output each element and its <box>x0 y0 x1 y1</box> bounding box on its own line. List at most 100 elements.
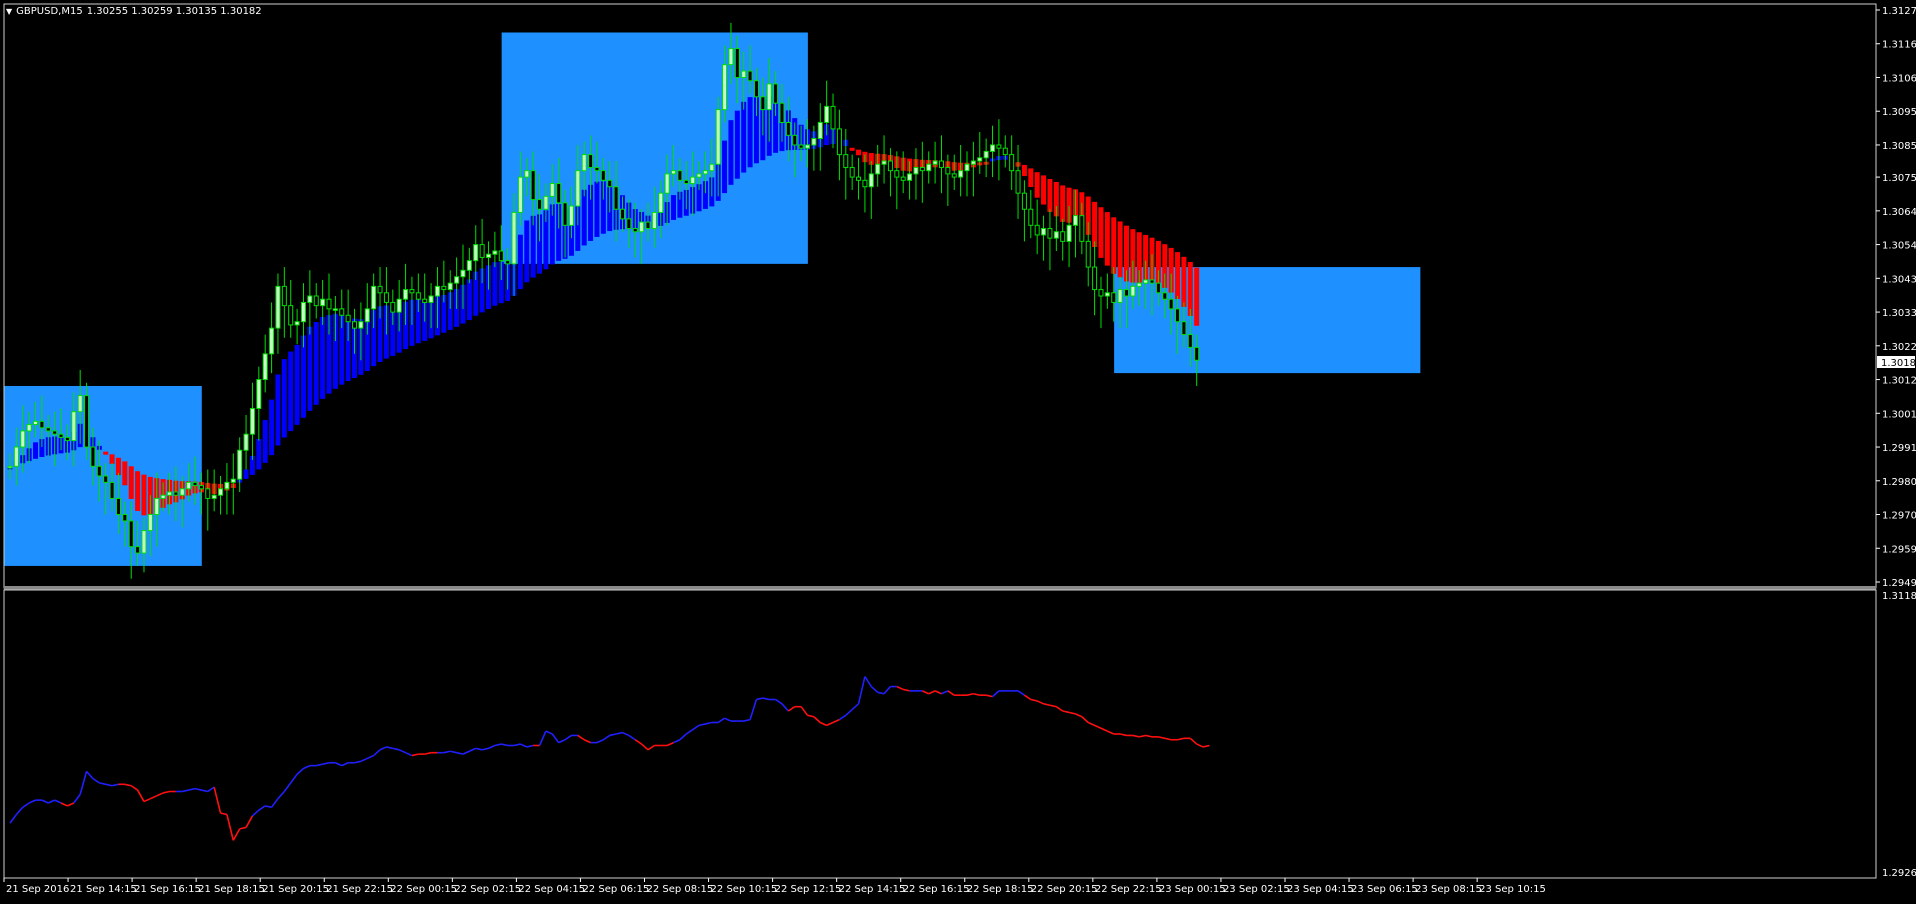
candle-body <box>696 173 702 178</box>
time-tick-label: 22 Sep 12:15 <box>775 884 842 895</box>
price-tick-label: 1.30015 <box>1882 409 1916 420</box>
candle-body <box>192 481 198 487</box>
current-price-label: 1.30182 <box>1881 358 1916 369</box>
candle-body <box>932 160 938 165</box>
candle-body <box>1117 289 1123 303</box>
candle-body <box>441 285 447 291</box>
time-tick-label: 21 Sep 20:15 <box>262 884 329 895</box>
candle-body <box>1162 292 1168 300</box>
time-tick-label: 22 Sep 00:15 <box>390 884 457 895</box>
candle-body <box>115 497 121 516</box>
price-tick-label: 1.30225 <box>1882 342 1916 353</box>
candle-body <box>1041 228 1047 236</box>
candle-body <box>141 530 147 554</box>
candle-body <box>122 514 128 522</box>
candle-body <box>173 491 179 496</box>
candle-body <box>160 494 166 499</box>
candle-body <box>1168 298 1174 310</box>
candle-body <box>498 250 504 262</box>
candle-body <box>96 465 102 477</box>
time-tick-label: 22 Sep 18:15 <box>967 884 1034 895</box>
candle-body <box>1002 147 1008 156</box>
band-bar <box>122 461 128 486</box>
candle-body <box>549 183 555 197</box>
candle-body <box>824 105 830 123</box>
time-tick-label: 23 Sep 02:15 <box>1223 884 1290 895</box>
band-bar <box>128 466 134 499</box>
panel-splitter[interactable] <box>4 586 1876 590</box>
price-tick-label: 1.30330 <box>1882 308 1916 319</box>
candle-body <box>894 170 900 178</box>
band-bar <box>109 454 115 464</box>
chart-title-bar: ▼ GBPUSD,M15 1.30255 1.30259 1.30135 1.3… <box>6 6 262 17</box>
candle-body <box>907 173 913 181</box>
time-tick-label: 22 Sep 02:15 <box>454 884 521 895</box>
band-bar <box>320 316 326 399</box>
candle-body <box>849 166 855 178</box>
candle-body <box>479 244 485 258</box>
candle-body <box>581 154 587 172</box>
candle-body <box>626 218 632 230</box>
collapse-triangle-icon[interactable]: ▼ <box>6 7 12 16</box>
candle-body <box>1098 289 1104 297</box>
candle-body <box>556 183 562 204</box>
time-tick-label: 23 Sep 06:15 <box>1351 884 1418 895</box>
candle-body <box>817 121 823 140</box>
candle-body <box>543 195 549 210</box>
band-bar <box>524 220 530 283</box>
band-bar <box>313 322 319 405</box>
candle-body <box>186 481 192 490</box>
candle-body <box>600 170 606 181</box>
candle-body <box>275 285 281 329</box>
candle-body <box>798 144 804 149</box>
time-tick-label: 22 Sep 22:15 <box>1095 884 1162 895</box>
band-bar <box>1117 221 1123 278</box>
band-bar <box>288 351 294 432</box>
band-bar <box>741 101 747 173</box>
candle-body <box>785 121 791 136</box>
candle-body <box>84 395 90 448</box>
price-tick-label: 1.29910 <box>1882 443 1916 454</box>
time-tick-label: 21 Sep 16:15 <box>134 884 201 895</box>
candle-body <box>664 173 670 194</box>
candle-body <box>492 250 498 255</box>
time-tick-label: 21 Sep 14:15 <box>70 884 137 895</box>
band-bar <box>594 181 600 237</box>
candle-body <box>377 285 383 294</box>
price-tick-label: 1.29805 <box>1882 477 1916 488</box>
band-bar <box>307 326 313 411</box>
candle-body <box>135 546 141 554</box>
candle-body <box>1028 208 1034 226</box>
current-price-tag: 1.30182 <box>1877 356 1916 369</box>
time-tick-label: 23 Sep 04:15 <box>1287 884 1354 895</box>
candle-body <box>1009 154 1015 172</box>
candle-body <box>766 83 772 111</box>
candle-body <box>224 481 230 490</box>
candle-body <box>690 176 696 185</box>
band-bar <box>1098 207 1104 258</box>
candle-body <box>198 485 204 490</box>
time-tick-label: 22 Sep 20:15 <box>1031 884 1098 895</box>
band-bar <box>734 110 740 179</box>
band-bar <box>856 149 862 156</box>
candle-body <box>575 170 581 207</box>
candle-body <box>645 221 651 230</box>
band-bar <box>466 279 472 321</box>
candle-body <box>753 80 759 98</box>
candle-body <box>836 128 842 156</box>
candle-body <box>383 292 389 303</box>
candle-body <box>568 205 574 226</box>
candle-body <box>447 282 453 291</box>
candle-body <box>671 170 677 175</box>
candle-body <box>926 163 932 172</box>
candle-body <box>639 221 645 233</box>
chart-canvas[interactable]: 1.31270 1.31165 1.31060 1.30955 1.30850 1.307… <box>0 0 1916 900</box>
candle-body <box>428 295 434 303</box>
candle-body <box>683 179 689 185</box>
band-bar <box>135 471 141 511</box>
price-tick-label: 1.29700 <box>1882 511 1916 522</box>
band-bar <box>728 120 734 185</box>
candle-body <box>288 305 294 326</box>
price-tick-label: 1.30540 <box>1882 241 1916 252</box>
candle-body <box>728 48 734 66</box>
